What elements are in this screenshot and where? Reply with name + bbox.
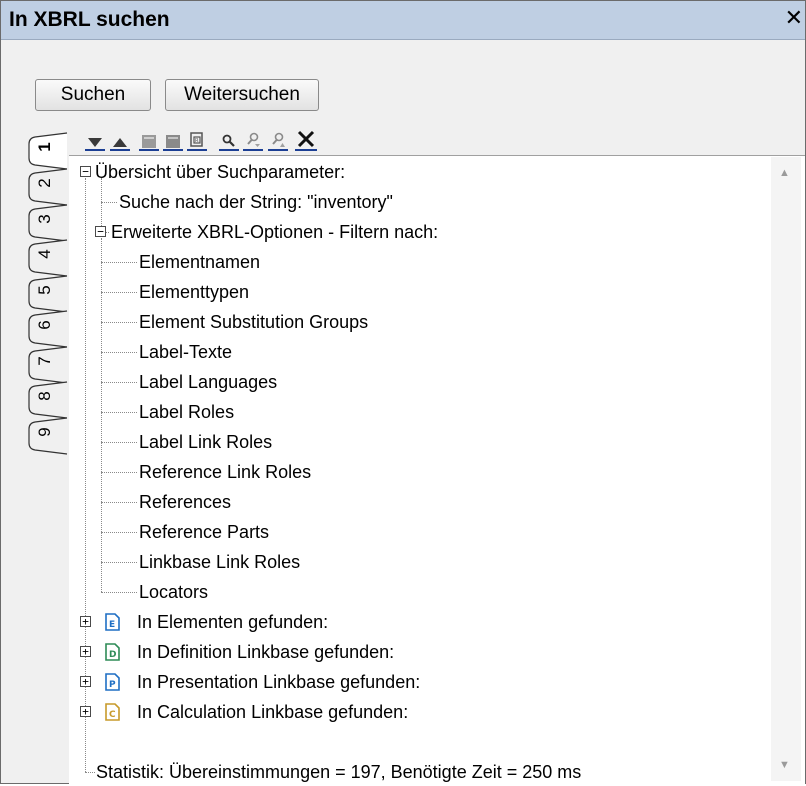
tree-node-found[interactable]: In Calculation Linkbase gefunden: <box>137 698 408 726</box>
collapse-toggle-icon[interactable]: − <box>80 166 91 177</box>
tab-7[interactable]: 7 <box>15 345 73 384</box>
tab-label: 6 <box>35 320 54 330</box>
tab-3[interactable]: 3 <box>15 203 73 242</box>
svg-text:E: E <box>109 620 115 630</box>
p-file-icon: P <box>105 673 120 691</box>
tree-node-found[interactable]: In Elementen gefunden: <box>137 608 328 636</box>
tree-line <box>85 772 95 773</box>
tree-node-found[interactable]: In Presentation Linkbase gefunden: <box>137 668 420 696</box>
tab-4[interactable]: 4 <box>15 238 73 277</box>
tree-line <box>101 382 137 383</box>
scroll-down-icon[interactable]: ▼ <box>779 759 790 771</box>
svg-text:P: P <box>109 680 116 690</box>
tree-node-advanced-options[interactable]: Erweiterte XBRL-Optionen - Filtern nach: <box>111 218 438 246</box>
tree-node-filter[interactable]: Elementtypen <box>139 278 249 306</box>
expand-toggle-icon[interactable]: + <box>80 706 91 717</box>
tree-node-found[interactable]: In Definition Linkbase gefunden: <box>137 638 394 666</box>
vertical-scrollbar[interactable]: ▲ ▼ <box>771 157 801 781</box>
window-title: In XBRL suchen <box>9 8 170 31</box>
tree-line <box>101 412 137 413</box>
tree-node-filter[interactable]: Reference Link Roles <box>139 458 311 486</box>
tree-line <box>101 352 137 353</box>
tree-line <box>101 202 117 203</box>
copy-icon[interactable]: R <box>187 125 207 151</box>
tab-2[interactable]: 2 <box>15 167 73 206</box>
tree-line <box>101 322 137 323</box>
tree-node-filter[interactable]: Label Roles <box>139 398 234 426</box>
clear-icon[interactable] <box>295 125 317 151</box>
move-up-icon[interactable] <box>110 125 130 151</box>
e-file-icon: E <box>105 613 120 631</box>
scroll-up-icon[interactable]: ▲ <box>779 167 790 179</box>
collapse-toggle-icon[interactable]: − <box>95 226 106 237</box>
tree-line <box>101 292 137 293</box>
close-icon[interactable]: ✕ <box>785 6 803 31</box>
tree-node-stats: Statistik: Übereinstimmungen = 197, Benö… <box>96 762 582 782</box>
tree-line <box>101 178 102 232</box>
tree-line <box>101 262 137 263</box>
tree-node-filter[interactable]: Linkbase Link Roles <box>139 548 300 576</box>
tree-node-filter[interactable]: Label Link Roles <box>139 428 272 456</box>
tree-node-search-string[interactable]: Suche nach der String: "inventory" <box>119 188 393 216</box>
tree-line <box>101 502 137 503</box>
svg-text:C: C <box>109 710 116 720</box>
tab-label: 4 <box>35 249 54 259</box>
d-file-icon: D <box>105 643 120 661</box>
find-icon[interactable] <box>219 125 239 151</box>
svg-text:R: R <box>195 138 199 144</box>
tree-line <box>101 472 137 473</box>
tree-line <box>101 592 137 593</box>
tab-label: 7 <box>35 356 54 366</box>
move-down-icon[interactable] <box>85 125 105 151</box>
tab-1[interactable]: 1 <box>15 131 73 170</box>
search-window: In XBRL suchen ✕ Suchen Weitersuchen R 1… <box>0 0 806 784</box>
tab-6[interactable]: 6 <box>15 309 73 348</box>
tree-line <box>101 562 137 563</box>
tab-label: 5 <box>35 285 54 295</box>
title-bar: In XBRL suchen ✕ <box>1 1 805 40</box>
find-previous-icon[interactable] <box>243 125 263 151</box>
tab-label: 3 <box>35 214 54 224</box>
tree-node-filter[interactable]: Label Languages <box>139 368 277 396</box>
tab-label: 8 <box>35 391 54 401</box>
collapse-icon[interactable] <box>139 125 159 151</box>
tab-9[interactable]: 9 <box>15 416 73 455</box>
find-next-icon[interactable] <box>268 125 288 151</box>
tree-node-filter[interactable]: Elementnamen <box>139 248 260 276</box>
tree-node-summary[interactable]: Übersicht über Suchparameter: <box>95 158 345 186</box>
tree-node-filter[interactable]: Reference Parts <box>139 518 269 546</box>
tree-node-filter[interactable]: Label-Texte <box>139 338 232 366</box>
tab-label: 9 <box>35 427 54 437</box>
tab-5[interactable]: 5 <box>15 274 73 313</box>
svg-text:D: D <box>109 650 116 660</box>
tab-label: 1 <box>35 142 54 152</box>
search-next-button[interactable]: Weitersuchen <box>165 79 319 111</box>
tree-node-filter[interactable]: References <box>139 488 231 516</box>
expand-toggle-icon[interactable]: + <box>80 616 91 627</box>
tab-8[interactable]: 8 <box>15 380 73 419</box>
tab-label: 2 <box>35 178 54 188</box>
expand-icon[interactable] <box>163 125 183 151</box>
expand-toggle-icon[interactable]: + <box>80 676 91 687</box>
tree-line <box>101 442 137 443</box>
c-file-icon: C <box>105 703 120 721</box>
tree-node-filter[interactable]: Element Substitution Groups <box>139 308 368 336</box>
tree-node-filter[interactable]: Locators <box>139 578 208 606</box>
expand-toggle-icon[interactable]: + <box>80 646 91 657</box>
tree-line <box>101 532 137 533</box>
search-button[interactable]: Suchen <box>35 79 151 111</box>
